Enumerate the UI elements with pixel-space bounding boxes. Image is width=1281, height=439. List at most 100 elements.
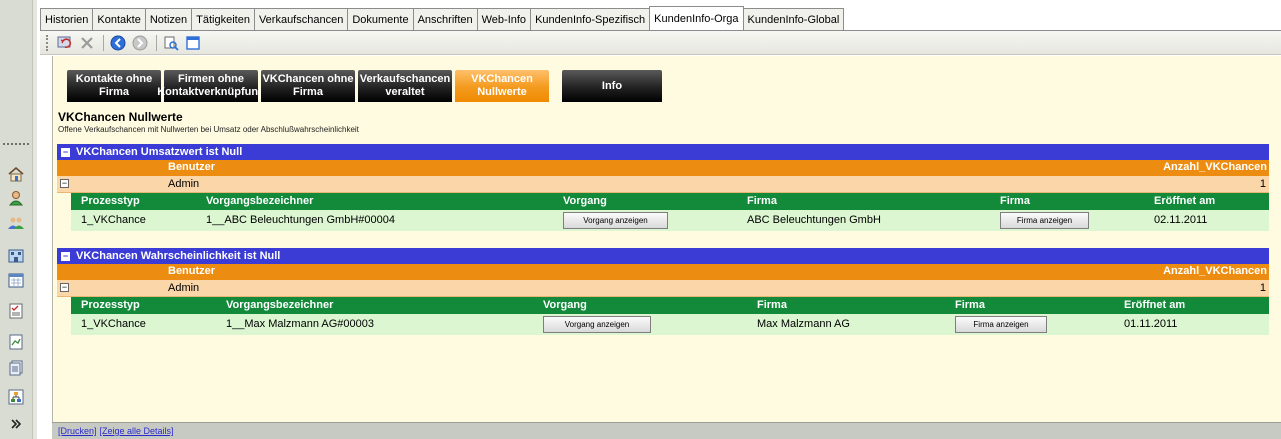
toolbar-separator (156, 34, 157, 51)
left-navigation-bar (0, 0, 37, 439)
show-all-details-link[interactable]: [Zeige alle Details] (100, 426, 174, 436)
column-header-vorgang: Vorgang (563, 195, 607, 207)
tab-kontakte[interactable]: Kontakte (92, 8, 146, 30)
panel-splitter[interactable] (32, 0, 37, 439)
button-label-line1: VKChancen ohne (262, 73, 354, 85)
report-icon[interactable] (3, 331, 28, 353)
group-title: VKChancen Wahrscheinlichkeit ist Null (76, 250, 281, 262)
column-header-benutzer: Benutzer (168, 265, 216, 277)
tab-kundeninfo-spezifisch[interactable]: KundenInfo-Spezifisch (530, 8, 651, 30)
cell-eroeffnet: 02.11.2011 (1154, 214, 1208, 226)
detail-header-row: Prozesstyp Vorgangsbezeichner Vorgang Fi… (71, 193, 1269, 210)
detail-table: Prozesstyp Vorgangsbezeichner Vorgang Fi… (71, 193, 1269, 231)
tab-kundeninfo-orga[interactable]: KundenInfo-Orga (649, 6, 744, 30)
vorgang-anzeigen-button[interactable]: Vorgang anzeigen (543, 316, 651, 333)
column-header-firma-button: Firma (955, 299, 985, 311)
column-header-anzahl: Anzahl_VKChancen (1163, 161, 1267, 173)
toolbar (40, 31, 1281, 55)
tab-anschriften[interactable]: Anschriften (412, 8, 478, 30)
button-label-line1: Kontakte ohne (75, 73, 153, 85)
print-link[interactable]: [Drucken] (58, 426, 97, 436)
calendar-icon[interactable] (3, 269, 28, 291)
kontakte-ohne-firma-button[interactable]: Kontakte ohne Firma (67, 70, 161, 102)
content-panel: Kontakte ohne Firma Firmen ohne Kontaktver… (52, 56, 1281, 422)
verkaufschancen-veraltet-button[interactable]: Verkaufschancen veraltet (358, 70, 452, 102)
cell-vorgangsbezeichner: 1__Max Malzmann AG#00003 (226, 318, 374, 330)
user-header-row: Benutzer Anzahl_VKChancen (57, 160, 1269, 176)
tab-dokumente[interactable]: Dokumente (347, 8, 414, 30)
detail-table: Prozesstyp Vorgangsbezeichner Vorgang Fi… (71, 297, 1269, 335)
vkchancen-nullwerte-button[interactable]: VKChancen Nullwerte (455, 70, 549, 102)
user-row: − Admin 1 (57, 176, 1269, 193)
column-header-prozesstyp: Prozesstyp (81, 195, 140, 207)
delete-icon[interactable] (77, 33, 97, 53)
column-header-benutzer: Benutzer (168, 161, 216, 173)
user-name: Admin (168, 282, 200, 294)
home-icon[interactable] (3, 163, 28, 185)
button-label-line2: Kontaktverknüpfung (157, 86, 265, 98)
forward-icon[interactable] (130, 33, 150, 53)
vkchancen-ohne-firma-button[interactable]: VKChancen ohne Firma (261, 70, 355, 102)
page-title: VKChancen Nullwerte (58, 110, 183, 124)
column-header-vorgangsbezeichner: Vorgangsbezeichner (206, 195, 314, 207)
vorgang-anzeigen-button[interactable]: Vorgang anzeigen (563, 212, 668, 229)
group-header[interactable]: − VKChancen Umsatzwert ist Null (57, 144, 1269, 160)
column-header-eroeffnet: Eröffnet am (1154, 195, 1216, 207)
tab-taetigkeiten[interactable]: Tätigkeiten (191, 8, 255, 30)
contact-person-icon[interactable] (3, 187, 28, 209)
table-row: 1_VKChance 1__ABC Beleuchtungen GmbH#000… (71, 210, 1269, 231)
column-header-eroeffnet: Eröffnet am (1124, 299, 1186, 311)
button-label-line2: Firma (99, 86, 129, 98)
count-value: 1 (1259, 282, 1266, 294)
documents-icon[interactable] (3, 357, 28, 379)
preview-icon[interactable] (161, 33, 181, 53)
collapse-icon[interactable]: − (60, 283, 69, 292)
organization-chart-icon[interactable] (3, 386, 28, 408)
firma-anzeigen-button[interactable]: Firma anzeigen (1000, 212, 1089, 229)
tab-strip: Historien Kontakte Notizen Tätigkeiten V… (40, 6, 845, 30)
collapse-icon[interactable]: − (60, 179, 69, 188)
tab-historien[interactable]: Historien (40, 8, 94, 30)
group-wahrscheinlichkeit: − VKChancen Wahrscheinlichkeit ist Null … (57, 248, 1269, 335)
user-row: − Admin 1 (57, 280, 1269, 297)
column-header-firma: Firma (757, 299, 787, 311)
grip-handle[interactable] (3, 143, 29, 146)
cell-firma: Max Malzmann AG (757, 318, 850, 330)
table-row: 1_VKChance 1__Max Malzmann AG#00003 Vorg… (71, 314, 1269, 335)
refresh-icon[interactable] (55, 33, 75, 53)
view-button-bar: Kontakte ohne Firma Firmen ohne Kontaktver… (67, 70, 665, 102)
button-label-line2: veraltet (385, 86, 425, 98)
tab-verkaufschancen[interactable]: Verkaufschancen (253, 8, 349, 30)
cell-vorgangsbezeichner: 1__ABC Beleuchtungen GmbH#00004 (206, 214, 395, 226)
tasks-icon[interactable] (3, 300, 28, 322)
cell-eroeffnet: 01.11.2011 (1124, 318, 1178, 330)
window-icon[interactable] (183, 33, 203, 53)
collapse-icon[interactable]: − (61, 251, 70, 261)
cell-prozesstyp: 1_VKChance (81, 214, 146, 226)
user-header-row: Benutzer Anzahl_VKChancen (57, 264, 1269, 280)
cell-prozesstyp: 1_VKChance (81, 318, 146, 330)
collapse-icon[interactable]: − (61, 147, 70, 157)
info-button[interactable]: Info (562, 70, 662, 102)
company-icon[interactable] (3, 244, 28, 266)
column-header-vorgangsbezeichner: Vorgangsbezeichner (226, 299, 334, 311)
button-label-line1: Firmen ohne (177, 73, 244, 85)
back-icon[interactable] (108, 33, 128, 53)
group-header[interactable]: − VKChancen Wahrscheinlichkeit ist Null (57, 248, 1269, 264)
column-header-vorgang: Vorgang (543, 299, 587, 311)
group-title: VKChancen Umsatzwert ist Null (76, 146, 243, 158)
firmen-ohne-kontaktverknuepfung-button[interactable]: Firmen ohne Kontaktverknüpfung (157, 70, 265, 102)
firma-anzeigen-button[interactable]: Firma anzeigen (955, 316, 1047, 333)
button-label-line1: Info (601, 79, 623, 92)
button-label-line1: VKChancen (471, 73, 533, 85)
user-name: Admin (168, 178, 200, 190)
toolbar-separator (103, 34, 104, 51)
more-chevron-icon[interactable] (3, 414, 28, 436)
tab-notizen[interactable]: Notizen (144, 8, 193, 30)
toolbar-grip[interactable] (46, 34, 49, 51)
contacts-group-icon[interactable] (3, 212, 28, 234)
column-header-anzahl: Anzahl_VKChancen (1163, 265, 1267, 277)
tab-kundeninfo-global[interactable]: KundenInfo-Global (742, 8, 845, 30)
tab-web-info[interactable]: Web-Info (476, 8, 532, 30)
group-umsatzwert: − VKChancen Umsatzwert ist Null Benutzer… (57, 144, 1269, 231)
